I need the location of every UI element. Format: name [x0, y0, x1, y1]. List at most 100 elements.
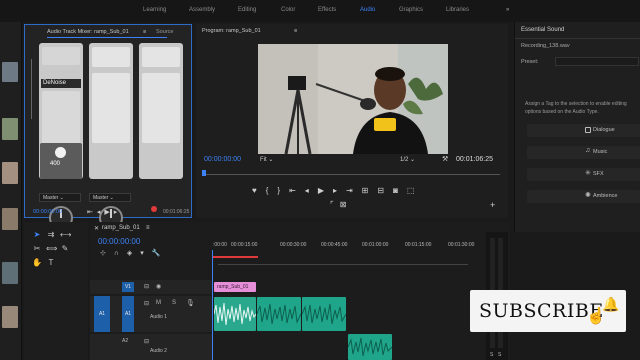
mute-button[interactable]: M: [156, 300, 161, 306]
media-thumbnail[interactable]: [2, 118, 18, 140]
channel-strip: [89, 43, 133, 179]
resolution-select[interactable]: 1/2 ⌄: [400, 156, 415, 163]
channel-output-select[interactable]: Master ⌄: [89, 193, 131, 202]
selection-tool-icon[interactable]: ➤: [32, 230, 42, 240]
effect-rack: [42, 91, 80, 147]
tab-editing[interactable]: Editing: [238, 7, 256, 13]
ruler-label: 00:01:15:00: [405, 242, 432, 248]
subscribe-label: SUBSCRIBE: [479, 300, 604, 322]
audio-clip[interactable]: [257, 297, 301, 331]
video-clip-label: ramp_Sub_01: [217, 284, 249, 290]
video-frame-image: [258, 44, 448, 154]
wrench-icon[interactable]: ⚒: [442, 155, 448, 163]
audio-clip[interactable]: [348, 334, 392, 360]
effect-slot-header[interactable]: [142, 47, 180, 67]
fit-select[interactable]: Fit ⌄: [260, 156, 273, 163]
tab-libraries[interactable]: Libraries: [446, 7, 469, 13]
timeline-scroll[interactable]: [218, 264, 468, 265]
program-transport[interactable]: ♥{}⇤◂▶▸⇥⊞⊟◙⬚: [252, 186, 423, 195]
gain-panel[interactable]: 400: [40, 143, 82, 179]
audio-track-mixer: Audio Track Mixer: ramp_Sub_01 ≡ Source …: [24, 24, 192, 230]
overflow-icon[interactable]: »: [506, 7, 509, 13]
sync-lock-icon[interactable]: ⊟: [144, 338, 149, 345]
gain-knob[interactable]: [55, 147, 66, 158]
playhead[interactable]: [212, 250, 213, 360]
tab-effects[interactable]: Effects: [318, 7, 336, 13]
meter-solo-left[interactable]: S: [490, 352, 493, 358]
work-area-bar[interactable]: [212, 256, 258, 258]
track-target-a2[interactable]: A2: [122, 338, 128, 344]
mixer-transport[interactable]: ⇤◂▶▸: [87, 208, 121, 216]
sfx-label: SFX: [593, 171, 604, 177]
ripple-edit-icon[interactable]: ⟷: [60, 230, 71, 240]
tab-learning[interactable]: Learning: [143, 7, 166, 13]
menu-icon[interactable]: ≡: [146, 225, 150, 231]
sync-lock-icon[interactable]: ⊟: [144, 300, 149, 307]
mixer-scroll-left[interactable]: [29, 59, 35, 119]
essential-sound-panel: Essential Sound Recording_138.wav Preset…: [514, 22, 640, 232]
sync-lock-icon[interactable]: ⊟: [144, 283, 149, 290]
tab-assembly[interactable]: Assembly: [189, 7, 215, 13]
ruler-label: 00:01:30:00: [448, 242, 475, 248]
type-tool-icon[interactable]: T: [46, 258, 56, 268]
close-icon[interactable]: ✕: [94, 225, 99, 232]
dialogue-button[interactable]: Dialogue: [527, 124, 640, 137]
track-select-icon[interactable]: ⇉: [46, 230, 56, 240]
menu-icon[interactable]: ≡: [143, 29, 146, 35]
mixer-end-timecode: 00:01:06:25: [163, 209, 190, 215]
tab-audio[interactable]: Audio: [360, 7, 375, 13]
program-timecode[interactable]: 00:00:00:00: [204, 156, 241, 163]
mic-icon[interactable]: 🎙: [186, 299, 195, 307]
media-thumbnail[interactable]: [2, 62, 18, 82]
meter-solo-right[interactable]: S: [498, 352, 501, 358]
effect-slot-header[interactable]: [92, 47, 130, 67]
ambience-button[interactable]: ✺ Ambience: [527, 190, 640, 203]
media-thumbnail[interactable]: [2, 162, 18, 184]
preset-label: Preset:: [521, 59, 539, 65]
source-tab[interactable]: Source: [156, 29, 173, 35]
vr-buttons[interactable]: ⌜⊠: [330, 200, 352, 209]
ruler-label: :00:00: [213, 242, 227, 248]
music-button[interactable]: ♫ Music: [527, 146, 640, 159]
pen-icon[interactable]: ✎: [60, 244, 70, 254]
program-tab[interactable]: Program: ramp_Sub_01: [202, 28, 261, 34]
media-thumbnail[interactable]: [2, 262, 18, 284]
slip-icon[interactable]: ⟺: [46, 244, 57, 254]
track-source-a1[interactable]: A1: [94, 296, 110, 332]
essential-sound-hint: Assign a Tag to the selection to enable …: [525, 101, 627, 115]
eye-icon[interactable]: ◉: [156, 283, 161, 290]
solo-button[interactable]: S: [172, 300, 176, 306]
sequence-tab[interactable]: ramp_Sub_01: [102, 225, 140, 231]
track-header-a2: A2 ⊟ Audio 2: [90, 334, 212, 360]
mixer-timecode[interactable]: 00:00:00:00: [33, 209, 62, 215]
media-thumbnail[interactable]: [2, 306, 18, 328]
time-ruler[interactable]: :00:00 00:00:15:00 00:00:30:00 00:00:45:…: [212, 238, 474, 250]
subscribe-button[interactable]: SUBSCRIBE 🔔 ☝: [470, 290, 626, 332]
timeline-toolbar[interactable]: ⊹∩◈▾🔧: [100, 249, 169, 257]
video-clip[interactable]: ramp_Sub_01: [214, 282, 256, 292]
audio-clip[interactable]: [214, 297, 256, 331]
media-thumbnail[interactable]: [2, 208, 18, 230]
track-target-a1[interactable]: A1: [122, 296, 134, 332]
tab-color[interactable]: Color: [281, 7, 295, 13]
scrub-bar[interactable]: [204, 174, 500, 175]
menu-icon[interactable]: ≡: [294, 28, 297, 34]
add-button[interactable]: +: [490, 200, 495, 210]
playhead-marker[interactable]: [202, 170, 206, 176]
tab-graphics[interactable]: Graphics: [399, 7, 423, 13]
resolution-label: 1/2: [400, 157, 409, 163]
hand-icon[interactable]: ✋: [32, 258, 42, 268]
track-target-v1[interactable]: V1: [122, 282, 134, 292]
sfx-button[interactable]: ✳ SFX: [527, 168, 640, 181]
timeline-timecode[interactable]: 00:00:00:00: [98, 237, 140, 246]
effect-slot-denoise[interactable]: DeNoise: [41, 79, 81, 88]
audio-clip[interactable]: [302, 297, 346, 331]
record-icon[interactable]: [151, 206, 157, 212]
channel-strip: [139, 43, 183, 179]
razor-icon[interactable]: ✂: [32, 244, 42, 254]
channel-output-select[interactable]: Master ⌄: [39, 193, 81, 202]
effect-slot-header[interactable]: [42, 47, 80, 65]
video-frame[interactable]: [258, 44, 448, 154]
mixer-tab[interactable]: Audio Track Mixer: ramp_Sub_01: [47, 29, 129, 35]
preset-select[interactable]: [555, 57, 639, 66]
